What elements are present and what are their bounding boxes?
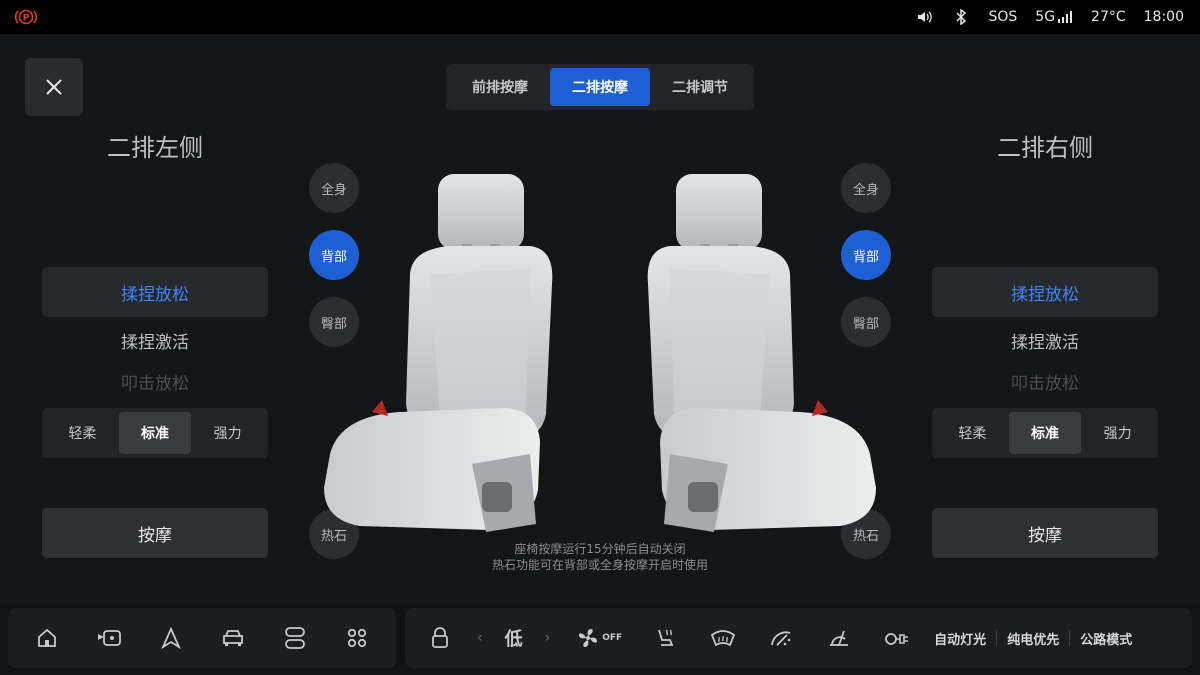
wiper-icon[interactable]: [766, 623, 796, 653]
hint-line-2: 热石功能可在背部或全身按摩开启时使用: [491, 558, 708, 572]
car-icon[interactable]: [218, 623, 248, 653]
left-massage-button[interactable]: 按摩: [42, 508, 268, 558]
right-seat: [647, 174, 876, 532]
navigation-icon[interactable]: [156, 623, 186, 653]
auto-light-button[interactable]: 自动灯光: [934, 629, 986, 648]
sos-label[interactable]: SOS: [988, 9, 1017, 25]
svg-text:P: P: [23, 14, 30, 24]
tab-front-massage[interactable]: 前排按摩: [450, 68, 550, 106]
parking-brake-icon: P: [15, 9, 37, 25]
rear-wiper-icon[interactable]: [824, 623, 854, 653]
left-seat: [324, 174, 553, 532]
home-icon[interactable]: [32, 623, 62, 653]
left-mode-tapping-relax[interactable]: 叩击放松: [42, 369, 268, 394]
left-side-title: 二排左侧: [107, 134, 203, 162]
dock-left: [8, 608, 396, 668]
volume-icon[interactable]: [916, 9, 934, 25]
status-bar: P SOS 5G 27°C 18:00: [0, 0, 1200, 34]
clock: 18:00: [1143, 9, 1184, 25]
toggles-icon[interactable]: [280, 623, 310, 653]
seats-illustration: [324, 174, 876, 532]
tab-second-row-adjust[interactable]: 二排调节: [650, 68, 750, 106]
temperature: 27°C: [1091, 9, 1126, 25]
lock-icon[interactable]: [425, 623, 455, 653]
right-intensity-standard[interactable]: 标准: [1008, 412, 1082, 454]
right-side-title: 二排右侧: [997, 134, 1093, 162]
right-mode-tapping-relax[interactable]: 叩击放松: [932, 369, 1158, 394]
massage-panel: 前排按摩 二排按摩 二排调节 二排左侧 揉捏放松 揉捏激活 叩击放松 轻柔 标准…: [0, 34, 1200, 604]
signal-icon: [1058, 11, 1073, 23]
right-intensity-selector: 轻柔 标准 强力: [932, 408, 1158, 458]
left-intensity-strong[interactable]: 强力: [191, 412, 264, 454]
right-massage-button[interactable]: 按摩: [932, 508, 1158, 558]
left-mode-kneading-relax[interactable]: 揉捏放松: [42, 267, 268, 317]
ev-priority-button[interactable]: 纯电优先: [1007, 629, 1059, 648]
fan-icon: [579, 629, 598, 647]
network-label: 5G: [1035, 9, 1056, 25]
tab-second-row-massage[interactable]: 二排按摩: [550, 68, 650, 106]
seat-heat-icon[interactable]: [650, 623, 680, 653]
dock-separator: [996, 630, 998, 646]
charging-icon[interactable]: [882, 623, 912, 653]
right-intensity-strong[interactable]: 强力: [1081, 412, 1154, 454]
network-indicator: 5G: [1035, 9, 1073, 25]
fan-decrease-icon[interactable]: ‹: [477, 630, 483, 646]
road-mode-button[interactable]: 公路模式: [1080, 629, 1132, 648]
right-mode-kneading-relax[interactable]: 揉捏放松: [932, 267, 1158, 317]
dock-right: ‹ 低 › OFF 自动灯光 纯电优先 公路模式: [405, 608, 1192, 668]
close-button[interactable]: [25, 58, 83, 116]
apps-grid-icon[interactable]: [342, 623, 372, 653]
camera-icon[interactable]: [94, 623, 124, 653]
bluetooth-icon[interactable]: [952, 9, 970, 25]
massage-hint: 座椅按摩运行15分钟后自动关闭 热石功能可在背部或全身按摩开启时使用: [400, 541, 800, 573]
windshield-defrost-icon[interactable]: [708, 623, 738, 653]
hint-line-1: 座椅按摩运行15分钟后自动关闭: [514, 542, 686, 556]
left-intensity-selector: 轻柔 标准 强力: [42, 408, 268, 458]
left-intensity-gentle[interactable]: 轻柔: [46, 412, 119, 454]
right-mode-kneading-activate[interactable]: 揉捏激活: [932, 328, 1158, 353]
close-icon: [46, 79, 62, 95]
left-mode-kneading-activate[interactable]: 揉捏激活: [42, 328, 268, 353]
dock-separator: [1069, 630, 1071, 646]
fan-increase-icon[interactable]: ›: [545, 630, 551, 646]
massage-tabs: 前排按摩 二排按摩 二排调节: [446, 64, 754, 110]
left-intensity-standard[interactable]: 标准: [118, 412, 192, 454]
right-intensity-gentle[interactable]: 轻柔: [936, 412, 1009, 454]
fan-state: OFF: [602, 633, 623, 643]
fan-level: 低: [504, 629, 523, 650]
fan-toggle[interactable]: OFF: [576, 626, 622, 650]
